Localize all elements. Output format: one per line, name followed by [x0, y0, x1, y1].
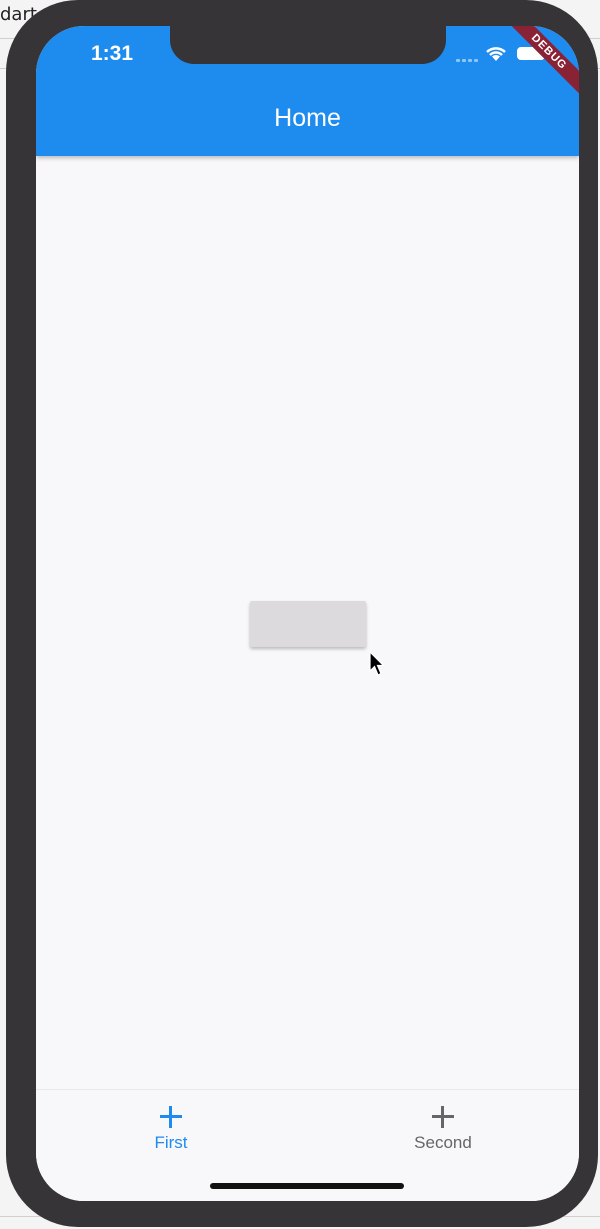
- home-indicator[interactable]: [210, 1183, 404, 1189]
- wifi-icon: [486, 47, 506, 61]
- status-time: 1:31: [91, 42, 134, 65]
- mouse-pointer-icon: [369, 651, 385, 676]
- plus-icon: [430, 1104, 456, 1130]
- page-title: Home: [274, 104, 341, 132]
- nav-item-label: Second: [414, 1133, 472, 1152]
- phone-screen: 1:31 DEBUG Home First Second: [36, 26, 579, 1201]
- nav-item-second[interactable]: Second: [373, 1104, 513, 1153]
- signal-icon: [456, 59, 478, 62]
- debug-banner: DEBUG: [493, 26, 579, 108]
- center-button[interactable]: [250, 601, 366, 647]
- phone-notch: [170, 26, 446, 64]
- phone-frame: 1:31 DEBUG Home First Second: [6, 0, 598, 1227]
- nav-item-label: First: [154, 1133, 188, 1152]
- plus-icon: [158, 1104, 184, 1130]
- nav-item-first[interactable]: First: [101, 1104, 241, 1153]
